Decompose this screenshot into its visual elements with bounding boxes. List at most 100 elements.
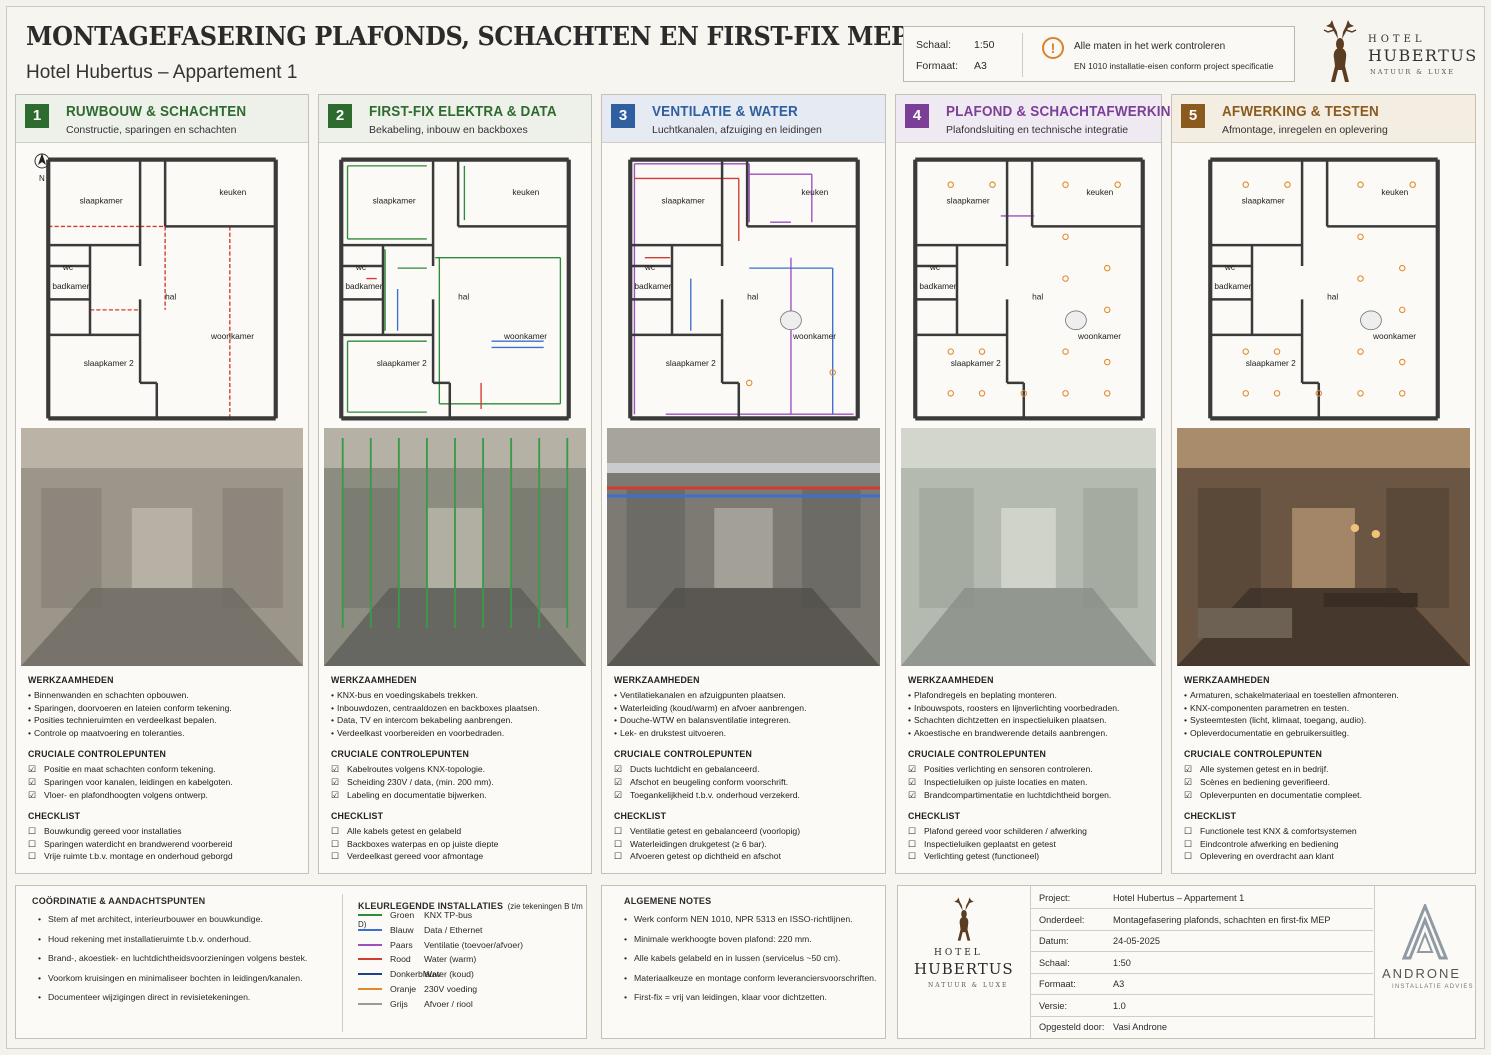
phase-photo: [607, 428, 880, 666]
deer-icon: [1323, 20, 1357, 82]
checklist-item[interactable]: Verdeelkast gereed voor afmontage: [331, 850, 585, 863]
checklist-item[interactable]: Plafond gereed voor schilderen / afwerki…: [908, 825, 1155, 838]
list-item: Opleverdocumentatie en gebruikersuitleg.: [1184, 727, 1469, 740]
legend-color-name: Paars: [390, 939, 413, 950]
legend-swatch: [358, 943, 382, 946]
checklist-item[interactable]: Waterleidingen drukgetest (≥ 6 bar).: [614, 838, 879, 851]
checklist-item[interactable]: Inspectieluiken geplaatst en getest: [908, 838, 1155, 851]
phase-photo: [1177, 428, 1470, 666]
coordination-item: Brand-, akoestiek- en luchtdichtheidsvoo…: [38, 953, 307, 973]
room-label: slaapkamer 2: [665, 358, 715, 368]
coordination-title: COÖRDINATIE & AANDACHTSPUNTEN: [32, 896, 206, 906]
title-block-value: 24-05-2025: [1113, 936, 1160, 946]
checklist-list: Ventilatie getest en gebalanceerd (voorl…: [614, 825, 879, 863]
controlepunten-heading: CRUCIALE CONTROLEPUNTEN: [908, 749, 1047, 760]
werkzaamheden-list: Plafondregels en beplating monteren.Inbo…: [908, 689, 1155, 739]
phase-number-badge: 2: [328, 104, 352, 128]
room-label: hal: [1032, 291, 1043, 301]
phase-photo: [901, 428, 1156, 666]
logo-line-2: HUBERTUS: [1368, 46, 1478, 65]
list-item: Systeemtesten (licht, klimaat, toegang, …: [1184, 714, 1469, 727]
checklist-item[interactable]: Oplevering en overdracht aan klant: [1184, 850, 1469, 863]
format-label: Formaat:: [916, 60, 959, 72]
note-item: First-fix = vrij van leidingen, klaar vo…: [624, 992, 876, 1012]
dining-table: [1359, 310, 1382, 331]
title-block-value: 1.0: [1113, 1000, 1126, 1011]
title-block-key: Versie:: [1039, 1000, 1068, 1011]
phase-lists: WERKZAAMHEDEN Plafondregels en beplating …: [908, 675, 1155, 873]
room-label: woonkamer: [792, 331, 836, 341]
list-item: KNX-bus en voedingskabels trekken.: [331, 689, 585, 702]
legend-color-name: Oranje: [390, 984, 417, 994]
phase-subtitle: Constructie, sparingen en schachten: [66, 124, 237, 136]
legend-description: Data / Ethernet: [424, 924, 483, 935]
warning-text-1: Alle maten in het werk controleren: [1074, 41, 1226, 52]
checklist-heading: CHECKLIST: [908, 811, 961, 822]
legend-color-name: Groen: [390, 910, 415, 920]
coordination-item: Documenteer wijzigingen direct in revisi…: [38, 992, 307, 1012]
checklist-item[interactable]: Afvoeren getest op dichtheid en afschot: [614, 850, 879, 863]
page-title: MONTAGEFASERING PLAFONDS, SCHACHTEN EN F…: [26, 22, 909, 52]
phase-title: VENTILATIE & WATER: [652, 104, 798, 120]
list-item: KNX-componenten parametren en testen.: [1184, 702, 1469, 715]
warning-text-2: EN 1010 installatie-eisen conform projec…: [1074, 61, 1274, 71]
north-label: N: [39, 174, 45, 183]
legend-swatch: [358, 1002, 382, 1005]
title-block: HOTEL HUBERTUS NATUUR & LUXE Project: Hot…: [897, 885, 1476, 1039]
title-block-divider: [1374, 886, 1375, 1038]
checklist-list: Bouwkundig gereed voor installatiesSpari…: [28, 825, 302, 863]
list-item: Lek- en drukstest uitvoeren.: [614, 727, 879, 740]
dining-table: [1064, 310, 1087, 331]
list-item: Waterleiding (koud/warm) en afvoer aanbr…: [614, 702, 879, 715]
checklist-item[interactable]: Alle kabels getest en gelabeld: [331, 825, 585, 838]
androne-logo-icon: [1401, 904, 1449, 960]
werkzaamheden-list: Ventilatiekanalen en afzuigpunten plaats…: [614, 689, 879, 739]
checklist-item[interactable]: Vrije ruimte t.b.v. montage en onderhoud…: [28, 850, 302, 863]
phase-title: RUWBOUW & SCHACHTEN: [66, 104, 247, 120]
checklist-item[interactable]: Ventilatie getest en gebalanceerd (voorl…: [614, 825, 879, 838]
notes-title: ALGEMENE NOTES: [624, 896, 712, 906]
legend-swatch: [358, 928, 382, 931]
logo-line-3: NATUUR & LUXE: [1370, 68, 1455, 76]
checklist-item[interactable]: Functionele test KNX & comfortsystemen: [1184, 825, 1469, 838]
legend-swatch: [358, 988, 382, 990]
title-block-row: Datum: 24-05-2025: [1031, 931, 1373, 952]
list-item: Sparingen, doorvoeren en lateien conform…: [28, 702, 302, 715]
phase-column-5: 5 AFWERKING & TESTEN Afmontage, inregelen …: [1171, 94, 1476, 874]
checklist-item[interactable]: Verlichting getest (functioneel): [908, 850, 1155, 863]
controlepunten-list: Alle systemen getest en in bedrijf.Scène…: [1184, 763, 1469, 801]
title-block-value: Hotel Hubertus – Appartement 1: [1113, 893, 1245, 903]
phase-photo: [324, 428, 586, 666]
werkzaamheden-heading: WERKZAAMHEDEN: [28, 675, 114, 685]
list-item: Sparingen voor kanalen, leidingen en kab…: [28, 776, 302, 789]
checklist-list: Functionele test KNX & comfortsystemenEi…: [1184, 825, 1469, 863]
phase-header: 1 RUWBOUW & SCHACHTEN Constructie, sparing…: [16, 95, 308, 143]
note-item: Minimale werkhoogte boven plafond: 220 m…: [624, 934, 876, 954]
format-value: A3: [974, 60, 987, 72]
title-block-value: Vasi Androne: [1113, 1022, 1167, 1032]
list-item: Posities technieruimten en verdeelkast b…: [28, 714, 302, 727]
legend-description: Water (warm): [424, 954, 477, 965]
checklist-item[interactable]: Sparingen waterdicht en brandwerend voor…: [28, 838, 302, 851]
room-label: hal: [1327, 291, 1338, 301]
werkzaamheden-heading: WERKZAAMHEDEN: [908, 675, 994, 685]
room-label: slaapkamer 2: [1245, 358, 1295, 368]
title-block-row: Formaat: A3: [1031, 974, 1373, 995]
title-block-key: Formaat:: [1039, 979, 1076, 989]
coordination-legend-box: COÖRDINATIE & AANDACHTSPUNTEN Stem af me…: [15, 885, 587, 1039]
room-label: hal: [458, 291, 469, 301]
room-label: slaapkamer: [373, 195, 416, 205]
scale-value: 1:50: [974, 39, 995, 51]
coordination-item: Voorkom kruisingen en minimaliseer bocht…: [38, 973, 307, 993]
room-label: wc: [643, 262, 654, 272]
legend-description: Afvoer / riool: [424, 998, 473, 1009]
checklist-item[interactable]: Bouwkundig gereed voor installaties: [28, 825, 302, 838]
list-item: Scènes en bediening geverifieerd.: [1184, 776, 1469, 789]
phase-number-badge: 4: [905, 104, 929, 128]
room-label: keuken: [512, 187, 539, 197]
room-label: keuken: [1086, 187, 1113, 197]
checklist-item[interactable]: Eindcontrole afwerking en bediening: [1184, 838, 1469, 851]
checklist-item[interactable]: Backboxes waterpas en op juiste diepte: [331, 838, 585, 851]
phase-column-2: 2 FIRST-FIX ELEKTRA & DATA Bekabeling, inb…: [318, 94, 592, 874]
phase-number-badge: 1: [25, 104, 49, 128]
